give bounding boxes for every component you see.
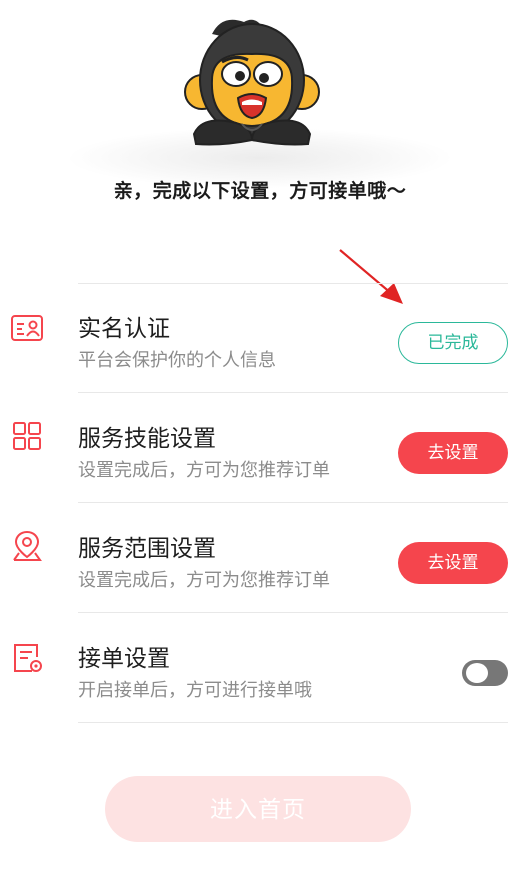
task-row-real-name: 实名认证 平台会保护你的个人信息 已完成	[0, 283, 520, 393]
task-row-service-skills: 服务技能设置 设置完成后，方可为您推荐订单 去设置	[0, 393, 520, 503]
task-subtitle: 开启接单后，方可进行接单哦	[78, 680, 312, 700]
completed-button[interactable]: 已完成	[398, 322, 508, 364]
task-subtitle: 设置完成后，方可为您推荐订单	[78, 460, 330, 480]
task-title: 实名认证	[78, 315, 170, 341]
header	[0, 0, 520, 188]
task-subtitle: 平台会保护你的个人信息	[78, 350, 276, 370]
monkey-mascot-icon	[184, 19, 320, 146]
enter-home-button[interactable]: 进入首页	[105, 776, 411, 842]
grid-icon	[13, 422, 41, 450]
go-setup-area-button[interactable]: 去设置	[398, 542, 508, 584]
location-pin-icon	[13, 530, 42, 561]
page-headline: 亲，完成以下设置，方可接单哦～	[113, 181, 407, 202]
accept-orders-toggle[interactable]	[462, 660, 508, 686]
toggle-knob	[466, 663, 488, 683]
task-row-order-settings: 接单设置 开启接单后，方可进行接单哦	[0, 613, 520, 723]
setup-task-list: 实名认证 平台会保护你的个人信息 已完成 服务技能设置 设置完成后，方可为您推荐…	[0, 283, 520, 723]
divider	[78, 283, 508, 284]
divider	[78, 722, 508, 723]
go-setup-skills-button[interactable]: 去设置	[398, 432, 508, 474]
task-subtitle: 设置完成后，方可为您推荐订单	[78, 570, 330, 590]
task-title: 服务技能设置	[78, 425, 216, 451]
id-card-icon	[11, 315, 43, 341]
task-title: 接单设置	[78, 645, 170, 671]
task-row-service-area: 服务范围设置 设置完成后，方可为您推荐订单 去设置	[0, 503, 520, 613]
task-title: 服务范围设置	[78, 535, 216, 561]
order-settings-icon	[14, 644, 42, 672]
